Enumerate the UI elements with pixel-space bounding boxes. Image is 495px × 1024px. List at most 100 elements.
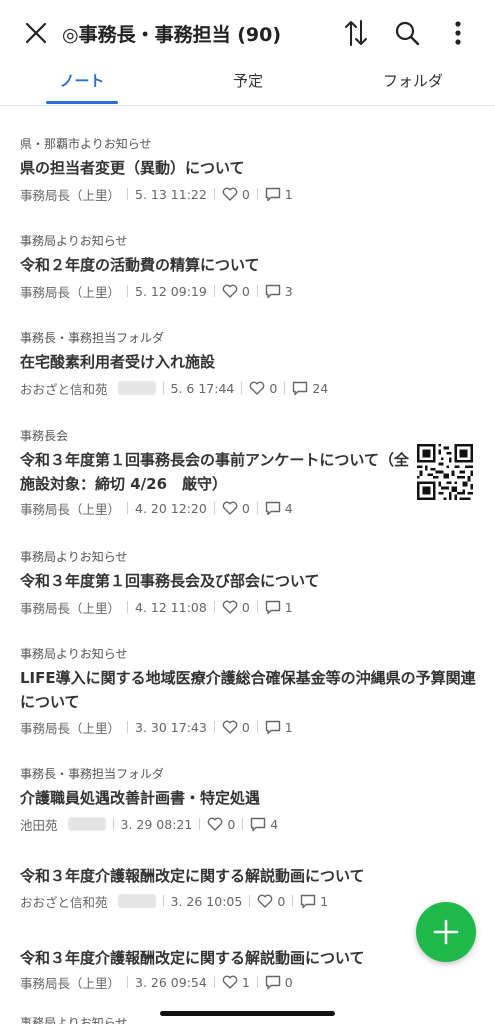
heart-icon	[250, 381, 265, 395]
comment-count: 3	[284, 283, 293, 299]
more-icon	[455, 21, 461, 45]
more-button[interactable]	[438, 13, 478, 53]
note-title: 県の担当者変更（異動）について	[20, 159, 245, 177]
note-date: 3. 26 10:05	[170, 893, 243, 909]
note-meta: 事務局長（上里） 5. 13 11:22 0 1	[20, 185, 293, 203]
redacted-name	[117, 381, 156, 395]
list-item[interactable]: 県・那覇市よりお知らせ 県の担当者変更（異動）について 事務局長（上里） 5. …	[0, 107, 495, 204]
like-count: 0	[277, 893, 286, 909]
note-title: 令和３年度第１回事務長会の事前アンケートについて（全施設対象：締切 4/26 厳…	[20, 451, 409, 493]
note-date: 3. 26 09:54	[135, 974, 207, 990]
like-count: 0	[241, 283, 250, 299]
like-count: 0	[241, 186, 250, 202]
add-note-button[interactable]	[416, 902, 476, 962]
heart-icon	[222, 187, 238, 201]
note-meta: 事務局長（上里） 5. 12 09:19 0 3	[20, 282, 293, 300]
note-date: 3. 30 17:43	[135, 719, 207, 735]
comment-count: 4	[284, 500, 293, 516]
note-title: 令和２年度の活動費の精算について	[20, 256, 260, 274]
like-count: 0	[269, 380, 278, 396]
close-icon	[25, 22, 47, 44]
note-meta: 池田苑 3. 29 08:21 0 4	[20, 815, 278, 833]
note-title: 令和３年度第１回事務長会及び部会について	[20, 572, 320, 590]
note-author: 事務局長（上里）	[20, 600, 121, 616]
comment-icon	[265, 501, 280, 515]
folder-label: 県・那覇市よりお知らせ	[20, 137, 152, 151]
tab-folders[interactable]: フォルダ	[370, 70, 456, 100]
note-title: 介護職員処遇改善計画書・特定処遇	[20, 789, 261, 807]
sort-icon	[345, 20, 367, 46]
note-meta: おおざと信和苑 5. 6 17:44 0 24	[20, 379, 328, 397]
home-indicator[interactable]	[160, 1011, 335, 1016]
list-item[interactable]: 令和３年度介護報酬改定に関する解説動画について おおざと信和苑 3. 26 10…	[0, 835, 495, 921]
note-author: おおざと信和苑	[20, 894, 108, 910]
comment-count: 1	[284, 599, 293, 615]
like-count: 1	[241, 974, 250, 990]
comment-count: 1	[284, 186, 293, 202]
search-button[interactable]	[387, 13, 427, 53]
heart-icon	[222, 975, 238, 989]
note-title: LIFE導入に関する地域医療介護総合確保基金等の沖縄県の予算関連について	[20, 669, 476, 711]
note-author: 事務局長（上里）	[20, 720, 121, 736]
list-item[interactable]: 事務局よりお知らせ 令和３年度第１回事務長会及び部会について 事務局長（上里） …	[0, 520, 495, 618]
note-author: 事務局長（上里）	[20, 501, 121, 517]
qr-code-thumbnail	[417, 444, 473, 500]
note-meta: 事務局長（上里） 3. 26 09:54 1 0	[20, 973, 293, 991]
note-date: 5. 6 17:44	[170, 380, 235, 396]
comment-icon	[251, 817, 266, 831]
note-title: 令和３年度介護報酬改定に関する解説動画について	[20, 867, 365, 885]
comment-icon	[293, 381, 308, 395]
sort-button[interactable]	[336, 13, 376, 53]
list-item[interactable]: 事務局よりお知らせ LIFE導入に関する地域医療介護総合確保基金等の沖縄県の予算…	[0, 618, 495, 738]
folder-label: 事務長・事務担当フォルダ	[20, 767, 165, 781]
tab-schedule[interactable]: 予定	[208, 70, 288, 100]
like-count: 0	[227, 816, 236, 832]
heart-icon	[208, 817, 223, 831]
app-header: ◎事務長・事務担当 (90)	[0, 0, 495, 66]
close-button[interactable]	[16, 13, 56, 53]
comment-icon	[265, 187, 280, 201]
comment-icon	[265, 284, 280, 298]
tab-notes[interactable]: ノート	[46, 70, 118, 100]
note-date: 4. 12 11:08	[135, 599, 207, 615]
folder-label: 事務長会	[20, 429, 69, 443]
note-list: 県・那覇市よりお知らせ 県の担当者変更（異動）について 事務局長（上里） 5. …	[0, 107, 495, 1024]
like-count: 0	[241, 500, 250, 516]
heart-icon	[222, 720, 238, 734]
comment-icon	[301, 894, 316, 908]
note-meta: おおざと信和苑 3. 26 10:05 0 1	[20, 892, 328, 910]
comment-count: 4	[270, 816, 279, 832]
note-date: 4. 20 12:20	[135, 500, 207, 516]
folder-label: 事務局よりお知らせ	[20, 550, 128, 564]
comment-icon	[265, 600, 280, 614]
note-author: 事務局長（上里）	[20, 284, 121, 300]
note-date: 5. 12 09:19	[135, 283, 207, 299]
comment-icon	[265, 975, 280, 989]
list-item[interactable]: 事務長会 令和３年度第１回事務長会の事前アンケートについて（全施設対象：締切 4…	[0, 398, 495, 520]
redacted-name	[67, 817, 106, 831]
plus-icon	[433, 919, 459, 945]
comment-count: 0	[284, 974, 293, 990]
note-meta: 事務局長（上里） 4. 20 12:20 0 4	[20, 499, 293, 517]
note-author: 池田苑	[20, 817, 58, 833]
note-author: 事務局長（上里）	[20, 187, 121, 203]
comment-count: 1	[284, 719, 293, 735]
note-date: 5. 13 11:22	[135, 186, 207, 202]
tab-bar: ノート 予定 フォルダ	[0, 66, 495, 106]
list-item[interactable]: 事務長・事務担当フォルダ 介護職員処遇改善計画書・特定処遇 池田苑 3. 29 …	[0, 738, 495, 835]
search-icon	[395, 21, 420, 46]
note-author: おおざと信和苑	[20, 381, 108, 397]
comment-icon	[265, 720, 280, 734]
note-title: 令和３年度介護報酬改定に関する解説動画について	[20, 949, 365, 967]
page-title: ◎事務長・事務担当 (90)	[62, 24, 282, 46]
note-meta: 事務局長（上里） 3. 30 17:43 0 1	[20, 718, 293, 736]
heart-icon	[222, 284, 238, 298]
note-meta: 事務局長（上里） 4. 12 11:08 0 1	[20, 598, 293, 616]
list-item[interactable]: 事務局よりお知らせ 令和２年度の活動費の精算について 事務局長（上里） 5. 1…	[0, 204, 495, 301]
like-count: 0	[241, 599, 250, 615]
list-item[interactable]: 事務長・事務担当フォルダ 在宅酸素利用者受け入れ施設 おおざと信和苑 5. 6 …	[0, 301, 495, 398]
folder-label: 事務局よりお知らせ	[20, 234, 128, 248]
folder-label: 事務局よりお知らせ	[20, 647, 128, 661]
heart-icon	[222, 501, 238, 515]
comment-count: 1	[320, 893, 329, 909]
